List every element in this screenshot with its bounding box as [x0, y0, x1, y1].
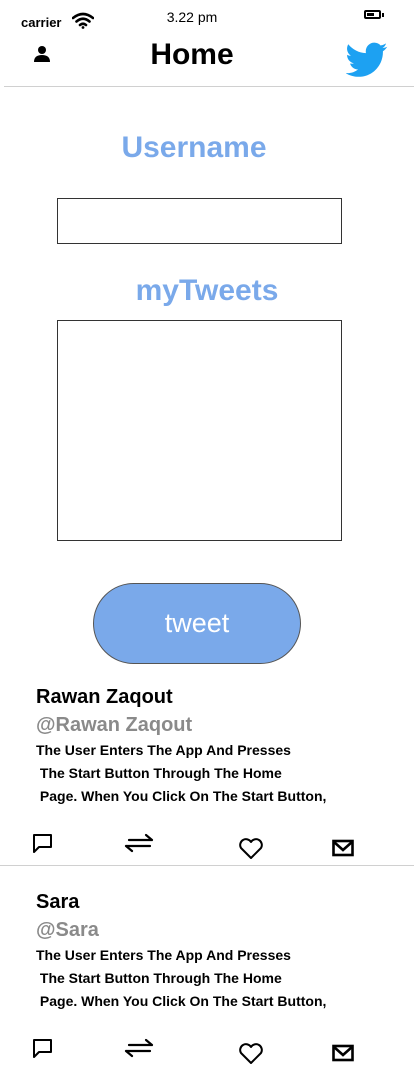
tweet-text-line: The User Enters The App And Presses — [36, 742, 291, 758]
tweet-author-handle: @Sara — [36, 919, 99, 941]
retweet-icon[interactable] — [123, 832, 155, 859]
username-input[interactable] — [57, 198, 342, 244]
username-label: Username — [121, 131, 267, 164]
battery-icon — [364, 10, 384, 19]
status-bar: carrier 3.22 pm — [0, 0, 414, 36]
retweet-icon[interactable] — [123, 1037, 155, 1064]
like-icon[interactable] — [238, 1043, 264, 1070]
header-divider — [4, 86, 414, 87]
tweet-text-line: The Start Button Through The Home — [36, 970, 282, 986]
tweet-divider — [0, 865, 414, 866]
tweet-author-name: Sara — [36, 891, 80, 913]
tweet-button[interactable]: tweet — [93, 583, 301, 664]
comment-icon[interactable] — [32, 1038, 54, 1065]
nav-bar: Home — [0, 36, 414, 86]
tweet-author-handle: @Rawan Zaqout — [36, 714, 193, 736]
tweet-text-line: Page. When You Click On The Start Button… — [36, 993, 327, 1009]
mail-icon[interactable] — [332, 1044, 354, 1067]
mytweets-label: myTweets — [135, 274, 279, 307]
comment-icon[interactable] — [32, 833, 54, 860]
tweet-text-line: Page. When You Click On The Start Button… — [36, 788, 327, 804]
tweet-textarea[interactable] — [57, 320, 342, 541]
tweet-text-line: The Start Button Through The Home — [36, 765, 282, 781]
tweet-author-name: Rawan Zaqout — [36, 686, 173, 708]
like-icon[interactable] — [238, 838, 264, 865]
mail-icon[interactable] — [332, 839, 354, 862]
twitter-bird-icon[interactable] — [345, 42, 388, 83]
status-time: 3.22 pm — [166, 9, 218, 25]
page-title: Home — [150, 38, 234, 71]
tweet-text-line: The User Enters The App And Presses — [36, 947, 291, 963]
